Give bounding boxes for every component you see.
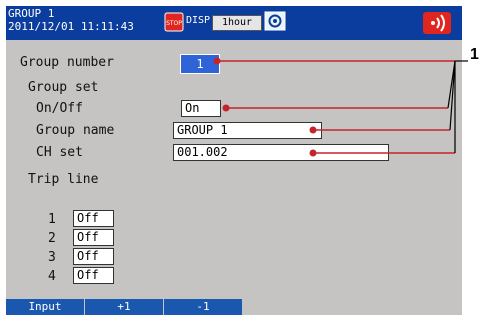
onoff-field[interactable]: On xyxy=(181,100,221,117)
trip-line-2-field[interactable]: Off xyxy=(73,229,114,246)
onoff-label: On/Off xyxy=(36,101,83,116)
group-set-label: Group set xyxy=(28,80,99,95)
datetime: 2011/12/01 11:11:43 xyxy=(8,20,134,33)
disp-label: DISP xyxy=(186,15,211,26)
softkey-bar: Input +1 -1 xyxy=(6,299,462,315)
camera-icon xyxy=(264,11,286,31)
trip-line-number: 4 xyxy=(48,269,56,284)
trip-line-3-field[interactable]: Off xyxy=(73,248,114,265)
group-title: GROUP 1 xyxy=(8,7,55,20)
recorder-screen: GROUP 1 2011/12/01 11:11:43 STOP DISP 1h… xyxy=(6,6,462,315)
trend-interval: 1hour xyxy=(212,15,262,31)
input-softkey[interactable]: Input xyxy=(6,299,85,315)
trip-line-number: 2 xyxy=(48,231,56,246)
minus-one-softkey[interactable]: -1 xyxy=(164,299,243,315)
trip-line-label: Trip line xyxy=(28,172,99,187)
ch-set-label: CH set xyxy=(36,145,83,160)
plus-one-softkey[interactable]: +1 xyxy=(85,299,164,315)
group-number-field[interactable]: 1 xyxy=(180,54,220,74)
callout-number: 1 xyxy=(470,46,479,63)
trip-line-number: 3 xyxy=(48,250,56,265)
status-bar: GROUP 1 2011/12/01 11:11:43 STOP DISP 1h… xyxy=(6,6,462,40)
trip-line-4-field[interactable]: Off xyxy=(73,267,114,284)
alarm-icon xyxy=(423,12,451,34)
trip-line-number: 1 xyxy=(48,212,56,227)
group-number-label: Group number xyxy=(20,55,114,70)
ch-set-field[interactable]: 001.002 xyxy=(173,144,389,161)
stop-icon: STOP xyxy=(164,12,184,32)
trip-line-1-field[interactable]: Off xyxy=(73,210,114,227)
stop-label: STOP xyxy=(166,20,182,27)
group-name-label: Group name xyxy=(36,123,115,138)
group-name-field[interactable]: GROUP 1 xyxy=(173,122,322,139)
